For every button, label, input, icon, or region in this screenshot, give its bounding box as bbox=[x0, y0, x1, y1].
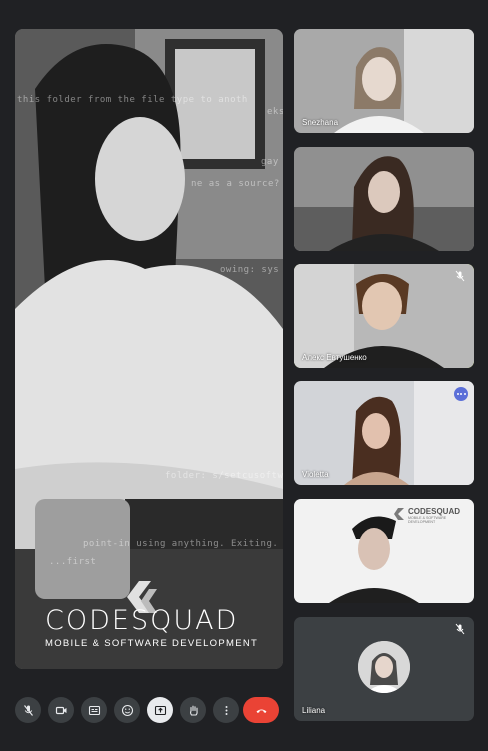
speaker-video bbox=[15, 29, 283, 669]
more-icon bbox=[225, 705, 227, 715]
main-speaker-tile[interactable]: this folder from the file type to anoth … bbox=[15, 29, 283, 669]
participant-name: Snezhana bbox=[302, 118, 339, 127]
hang-up-icon bbox=[256, 709, 266, 713]
brand-subtitle: MOBILE & SOFTWARE DEVELOPMENT bbox=[45, 638, 259, 649]
participant-tile[interactable]: Liliana bbox=[294, 617, 474, 721]
raise-hand-icon bbox=[189, 705, 198, 716]
code-overlay-line: folder: s/setcusoftware bbox=[165, 471, 283, 481]
code-overlay-line: owing: sys bbox=[220, 265, 280, 275]
emoji-icon bbox=[121, 704, 133, 716]
raise-hand-button[interactable] bbox=[180, 697, 206, 723]
code-overlay-line: ...first bbox=[49, 557, 97, 567]
camera-toggle-button[interactable] bbox=[48, 697, 74, 723]
participant-tile[interactable] bbox=[294, 147, 474, 251]
code-overlay-line: gay bbox=[261, 157, 279, 167]
participant-name: Violetta bbox=[302, 470, 329, 479]
captions-icon bbox=[88, 705, 100, 715]
participant-name: Liliana bbox=[302, 706, 326, 715]
more-options-toolbar-button[interactable] bbox=[213, 697, 239, 723]
captions-button[interactable] bbox=[81, 697, 107, 723]
participant-video bbox=[294, 147, 474, 251]
present-screen-button[interactable] bbox=[147, 697, 173, 723]
mic-off-icon bbox=[455, 623, 465, 635]
avatar bbox=[358, 641, 410, 693]
participant-tile-active-speaker[interactable]: Алекс Евтушенко bbox=[294, 264, 474, 368]
camera-icon bbox=[55, 706, 66, 714]
more-options-button[interactable] bbox=[454, 387, 468, 401]
hang-up-button[interactable] bbox=[243, 697, 279, 723]
participant-tile[interactable]: Violetta bbox=[294, 381, 474, 485]
code-overlay-line: point-in using anything. Exiting. bbox=[83, 539, 279, 549]
emoji-reaction-button[interactable] bbox=[114, 697, 140, 723]
brand-title: CODESQUAD bbox=[45, 605, 239, 636]
mic-off-icon bbox=[23, 704, 33, 716]
mic-off-icon bbox=[455, 270, 465, 282]
brand-watermark: CODESQUAD MOBILE & SOFTWARE DEVELOPMENT bbox=[45, 605, 275, 649]
tile-logo-text: CODESQUAD bbox=[408, 507, 461, 516]
participant-tile[interactable]: Snezhana bbox=[294, 29, 474, 133]
participant-tile[interactable]: CODESQUAD MOBILE & SOFTWARE DEVELOPMENT bbox=[294, 499, 474, 603]
code-overlay-line: ne as a source? bbox=[191, 179, 280, 189]
mic-toggle-button[interactable] bbox=[15, 697, 41, 723]
participant-name: Алекс Евтушенко bbox=[302, 353, 367, 362]
code-overlay-line: eks bbox=[267, 107, 283, 117]
tile-logo-subtitle: MOBILE & SOFTWARE DEVELOPMENT bbox=[408, 516, 447, 524]
code-overlay-line: this folder from the file type to anoth bbox=[17, 95, 248, 105]
present-icon bbox=[154, 705, 166, 715]
